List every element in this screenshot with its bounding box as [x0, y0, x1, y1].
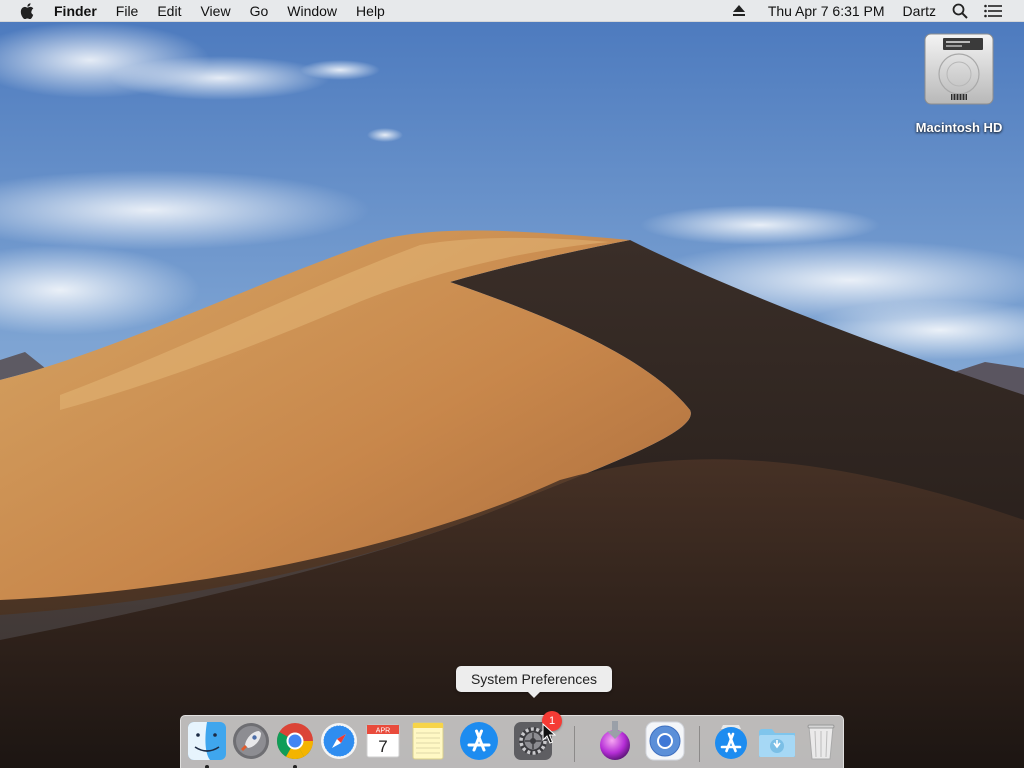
installer-icon [600, 721, 630, 760]
dock-item-app-store[interactable] [457, 719, 501, 763]
safari-icon [321, 723, 357, 759]
dock-separator [699, 726, 700, 762]
tooltip-arrow [527, 691, 541, 698]
trash-icon [807, 724, 835, 760]
dock-item-google-chrome[interactable] [273, 719, 317, 768]
dock-item-safari[interactable] [317, 719, 361, 763]
finder-icon [188, 722, 226, 760]
mouse-cursor-icon [542, 723, 556, 744]
menu-edit[interactable]: Edit [157, 0, 181, 22]
menu-go[interactable]: Go [250, 0, 269, 22]
menu-bar-clock[interactable]: Thu Apr 7 6:31 PM [768, 3, 885, 19]
launchpad-icon [233, 723, 269, 759]
menu-bar-status-area: Thu Apr 7 6:31 PM Dartz [732, 0, 1024, 22]
dock-item-chromium[interactable] [643, 719, 687, 763]
applications-stack-icon [715, 725, 747, 759]
calendar-day: 7 [378, 737, 387, 756]
spotlight-search-icon[interactable] [952, 3, 968, 19]
eject-icon[interactable] [732, 5, 746, 17]
notification-center-icon[interactable] [984, 4, 1002, 18]
dock-item-downloads[interactable] [755, 719, 799, 763]
fast-user-switching[interactable]: Dartz [903, 3, 936, 19]
menu-help[interactable]: Help [356, 0, 385, 22]
downloads-folder-icon [759, 729, 795, 757]
dock-item-installer[interactable] [593, 719, 637, 763]
calendar-icon: APR 7 [366, 724, 400, 758]
menu-window[interactable]: Window [287, 0, 337, 22]
menu-app-finder[interactable]: Finder [54, 0, 97, 22]
chromium-icon [645, 721, 685, 761]
chrome-icon [277, 723, 313, 760]
macintosh-hd-label: Macintosh HD [915, 120, 1003, 135]
apple-logo-icon[interactable] [20, 2, 34, 19]
dock-tooltip: System Preferences [456, 666, 612, 698]
hard-drive-icon [924, 33, 994, 105]
menu-view[interactable]: View [200, 0, 230, 22]
dock: APR 7 1 [180, 711, 844, 768]
dock-item-notes[interactable] [405, 719, 449, 763]
menu-file[interactable]: File [116, 0, 139, 22]
macintosh-hd-desktop-icon[interactable]: Macintosh HD [904, 30, 1014, 144]
calendar-month: APR [376, 728, 390, 735]
notes-icon [412, 722, 444, 760]
menu-bar: Finder File Edit View Go Window Help Thu… [0, 0, 1024, 22]
dock-item-calendar[interactable]: APR 7 [361, 719, 405, 763]
app-store-icon [460, 722, 498, 760]
desktop-wallpaper [0, 0, 1024, 768]
dock-item-launchpad[interactable] [229, 719, 273, 763]
dock-tooltip-text: System Preferences [470, 671, 598, 687]
dock-item-finder[interactable] [185, 719, 229, 768]
dock-separator [574, 726, 575, 762]
dock-item-trash[interactable] [799, 719, 843, 763]
dock-item-applications[interactable] [709, 719, 753, 763]
